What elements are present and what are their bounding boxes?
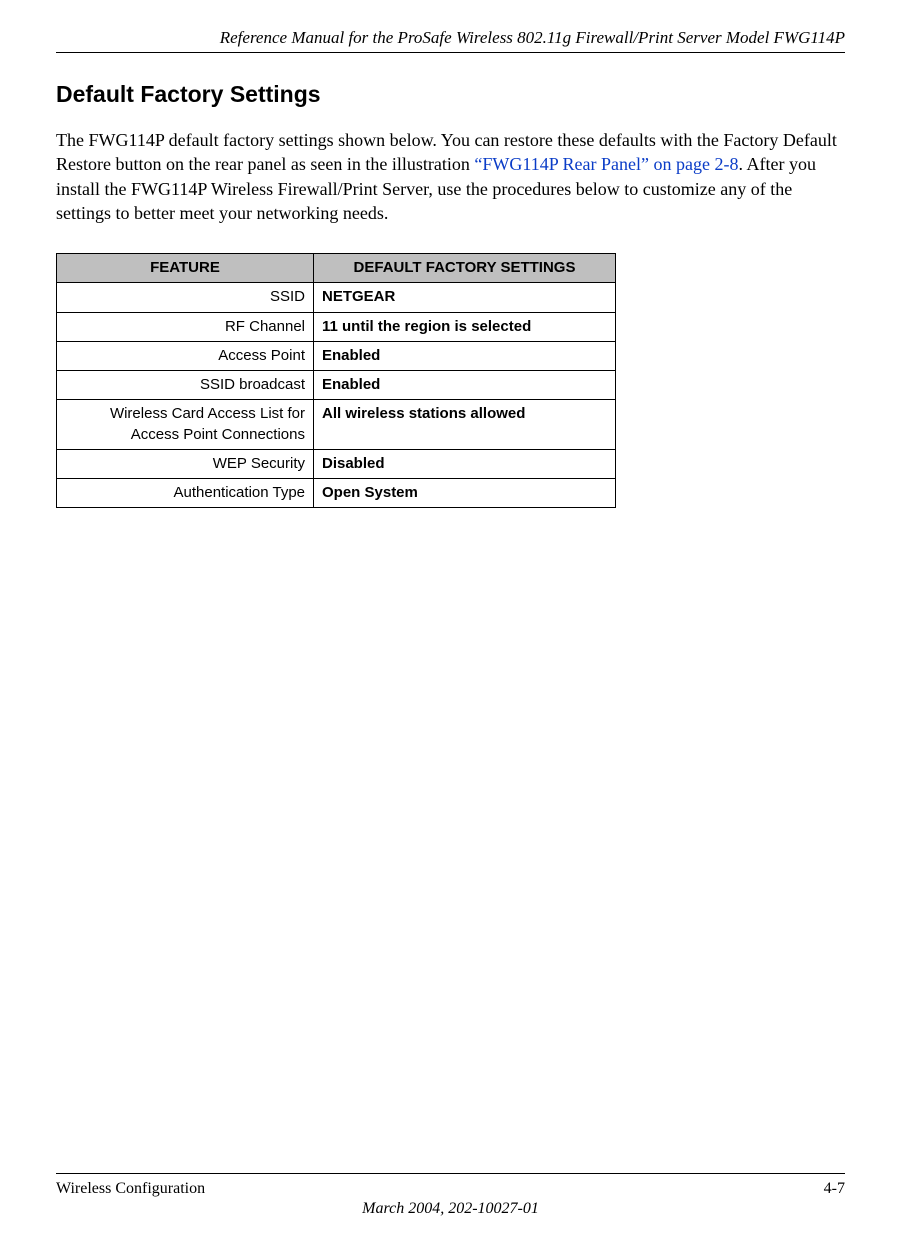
- footer-section-name: Wireless Configuration: [56, 1180, 205, 1198]
- table-header-row: FEATURE DEFAULT FACTORY SETTINGS: [57, 254, 616, 283]
- page-footer: Wireless Configuration 4-7 March 2004, 2…: [56, 1173, 845, 1218]
- col-header-feature: FEATURE: [57, 254, 314, 283]
- cell-feature: Access Point: [57, 341, 314, 370]
- cell-value: Disabled: [314, 449, 616, 478]
- footer-page-number: 4-7: [824, 1180, 845, 1198]
- cell-feature: Wireless Card Access List for Access Poi…: [57, 400, 314, 450]
- table-row: Access Point Enabled: [57, 341, 616, 370]
- cell-value: 11 until the region is selected: [314, 312, 616, 341]
- default-settings-table: FEATURE DEFAULT FACTORY SETTINGS SSID NE…: [56, 253, 616, 508]
- cell-feature: Authentication Type: [57, 479, 314, 508]
- footer-divider: [56, 1173, 845, 1174]
- cell-value: Open System: [314, 479, 616, 508]
- cell-feature: SSID broadcast: [57, 371, 314, 400]
- table-row: RF Channel 11 until the region is select…: [57, 312, 616, 341]
- section-heading: Default Factory Settings: [56, 81, 845, 108]
- table-row: WEP Security Disabled: [57, 449, 616, 478]
- cross-reference-link[interactable]: “FWG114P Rear Panel” on page 2-8: [474, 154, 738, 174]
- cell-value: NETGEAR: [314, 283, 616, 312]
- doc-header-title: Reference Manual for the ProSafe Wireles…: [56, 28, 845, 48]
- table-row: SSID NETGEAR: [57, 283, 616, 312]
- cell-value: Enabled: [314, 371, 616, 400]
- cell-feature: SSID: [57, 283, 314, 312]
- cell-feature: RF Channel: [57, 312, 314, 341]
- header-divider: [56, 52, 845, 53]
- section-paragraph: The FWG114P default factory settings sho…: [56, 128, 845, 225]
- cell-feature: WEP Security: [57, 449, 314, 478]
- footer-pub-info: March 2004, 202-10027-01: [56, 1200, 845, 1218]
- cell-value: Enabled: [314, 341, 616, 370]
- col-header-value: DEFAULT FACTORY SETTINGS: [314, 254, 616, 283]
- table-row: Authentication Type Open System: [57, 479, 616, 508]
- table-row: Wireless Card Access List for Access Poi…: [57, 400, 616, 450]
- table-row: SSID broadcast Enabled: [57, 371, 616, 400]
- cell-value: All wireless stations allowed: [314, 400, 616, 450]
